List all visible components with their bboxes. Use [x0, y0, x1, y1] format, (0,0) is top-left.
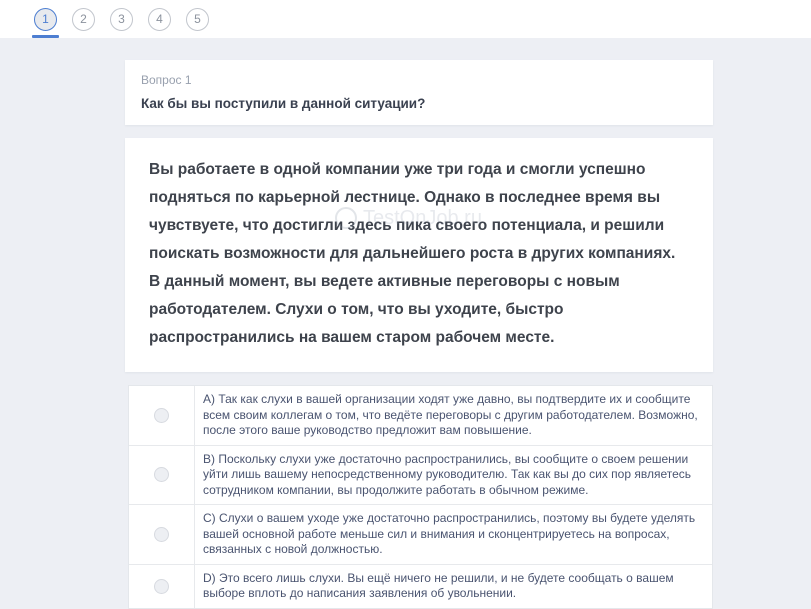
- question-title: Как бы вы поступили в данной ситуации?: [141, 96, 426, 111]
- scenario-card: Вы работаете в одной компании уже три го…: [125, 138, 713, 372]
- answer-text-a: A) Так как слухи в вашей организации ход…: [195, 386, 712, 445]
- answer-option-a[interactable]: A) Так как слухи в вашей организации ход…: [129, 386, 712, 446]
- stepper: 1 2 3 4 5: [34, 7, 209, 31]
- answer-option-c[interactable]: C) Слухи о вашем уходе уже достаточно ра…: [129, 505, 712, 565]
- answer-text-b-content: B) Поскольку слухи уже достаточно распро…: [203, 451, 692, 497]
- radio-cell-d[interactable]: [129, 564, 195, 608]
- radio-button-c[interactable]: [154, 526, 169, 542]
- answer-text-d: D) Это всего лишь слухи. Вы ещё ничего н…: [195, 565, 712, 608]
- answer-option-d[interactable]: D) Это всего лишь слухи. Вы ещё ничего н…: [129, 564, 712, 608]
- radio-cell-c[interactable]: [129, 505, 195, 564]
- step-1[interactable]: 1: [34, 7, 57, 31]
- step-4[interactable]: 4: [148, 7, 171, 31]
- answer-option-b[interactable]: B) Поскольку слухи уже достаточно распро…: [129, 445, 712, 505]
- answer-text-c: C) Слухи о вашем уходе уже достаточно ра…: [195, 505, 712, 564]
- step-2[interactable]: 2: [72, 7, 95, 31]
- question-card: Вопрос 1 Как бы вы поступили в данной си…: [125, 60, 713, 125]
- question-number-label: Вопрос 1: [141, 73, 192, 87]
- scenario-text: Вы работаете в одной компании уже три го…: [149, 161, 676, 346]
- radio-cell-a[interactable]: [129, 386, 195, 445]
- answers-table: A) Так как слухи в вашей организации ход…: [128, 385, 713, 609]
- answer-text-b: B) Поскольку слухи уже достаточно распро…: [195, 446, 712, 505]
- active-step-indicator: [32, 35, 59, 38]
- radio-button-d[interactable]: [154, 578, 169, 594]
- stepper-bar: 1 2 3 4 5: [0, 0, 811, 38]
- step-5[interactable]: 5: [186, 7, 209, 31]
- radio-button-b[interactable]: [154, 467, 169, 483]
- answer-text-d-content: D) Это всего лишь слухи. Вы ещё ничего н…: [203, 570, 674, 601]
- answer-text-a-content: A) Так как слухи в вашей организации ход…: [203, 392, 698, 437]
- radio-cell-b[interactable]: [129, 445, 195, 504]
- radio-button-a[interactable]: [154, 407, 169, 423]
- step-3[interactable]: 3: [110, 7, 133, 31]
